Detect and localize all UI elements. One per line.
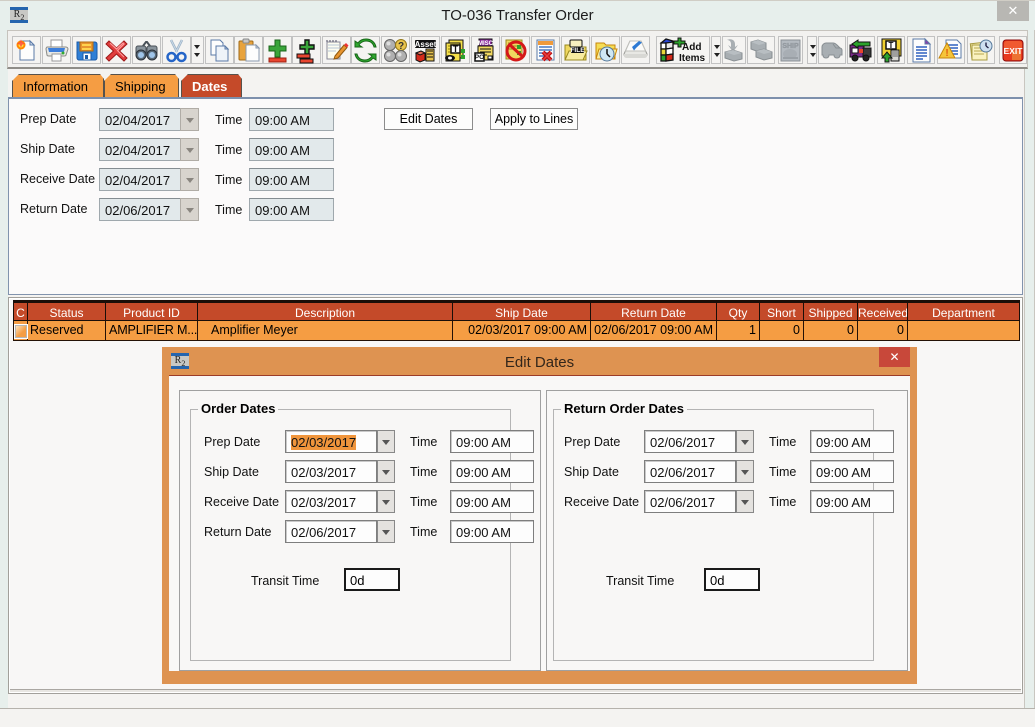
svg-text:T: T <box>453 44 459 54</box>
svg-text:Items: Items <box>679 53 706 64</box>
svg-text:FILE: FILE <box>570 47 585 54</box>
svg-text:?: ? <box>398 41 404 52</box>
svg-text:EXIT: EXIT <box>1004 46 1024 56</box>
svg-text:T: T <box>889 41 894 50</box>
svg-text:!: ! <box>945 48 948 59</box>
svg-text:Asset: Asset <box>415 40 437 49</box>
svg-text:Add: Add <box>682 42 701 53</box>
svg-text:PO: PO <box>475 54 484 61</box>
svg-text:SHIP: SHIP <box>782 43 799 50</box>
